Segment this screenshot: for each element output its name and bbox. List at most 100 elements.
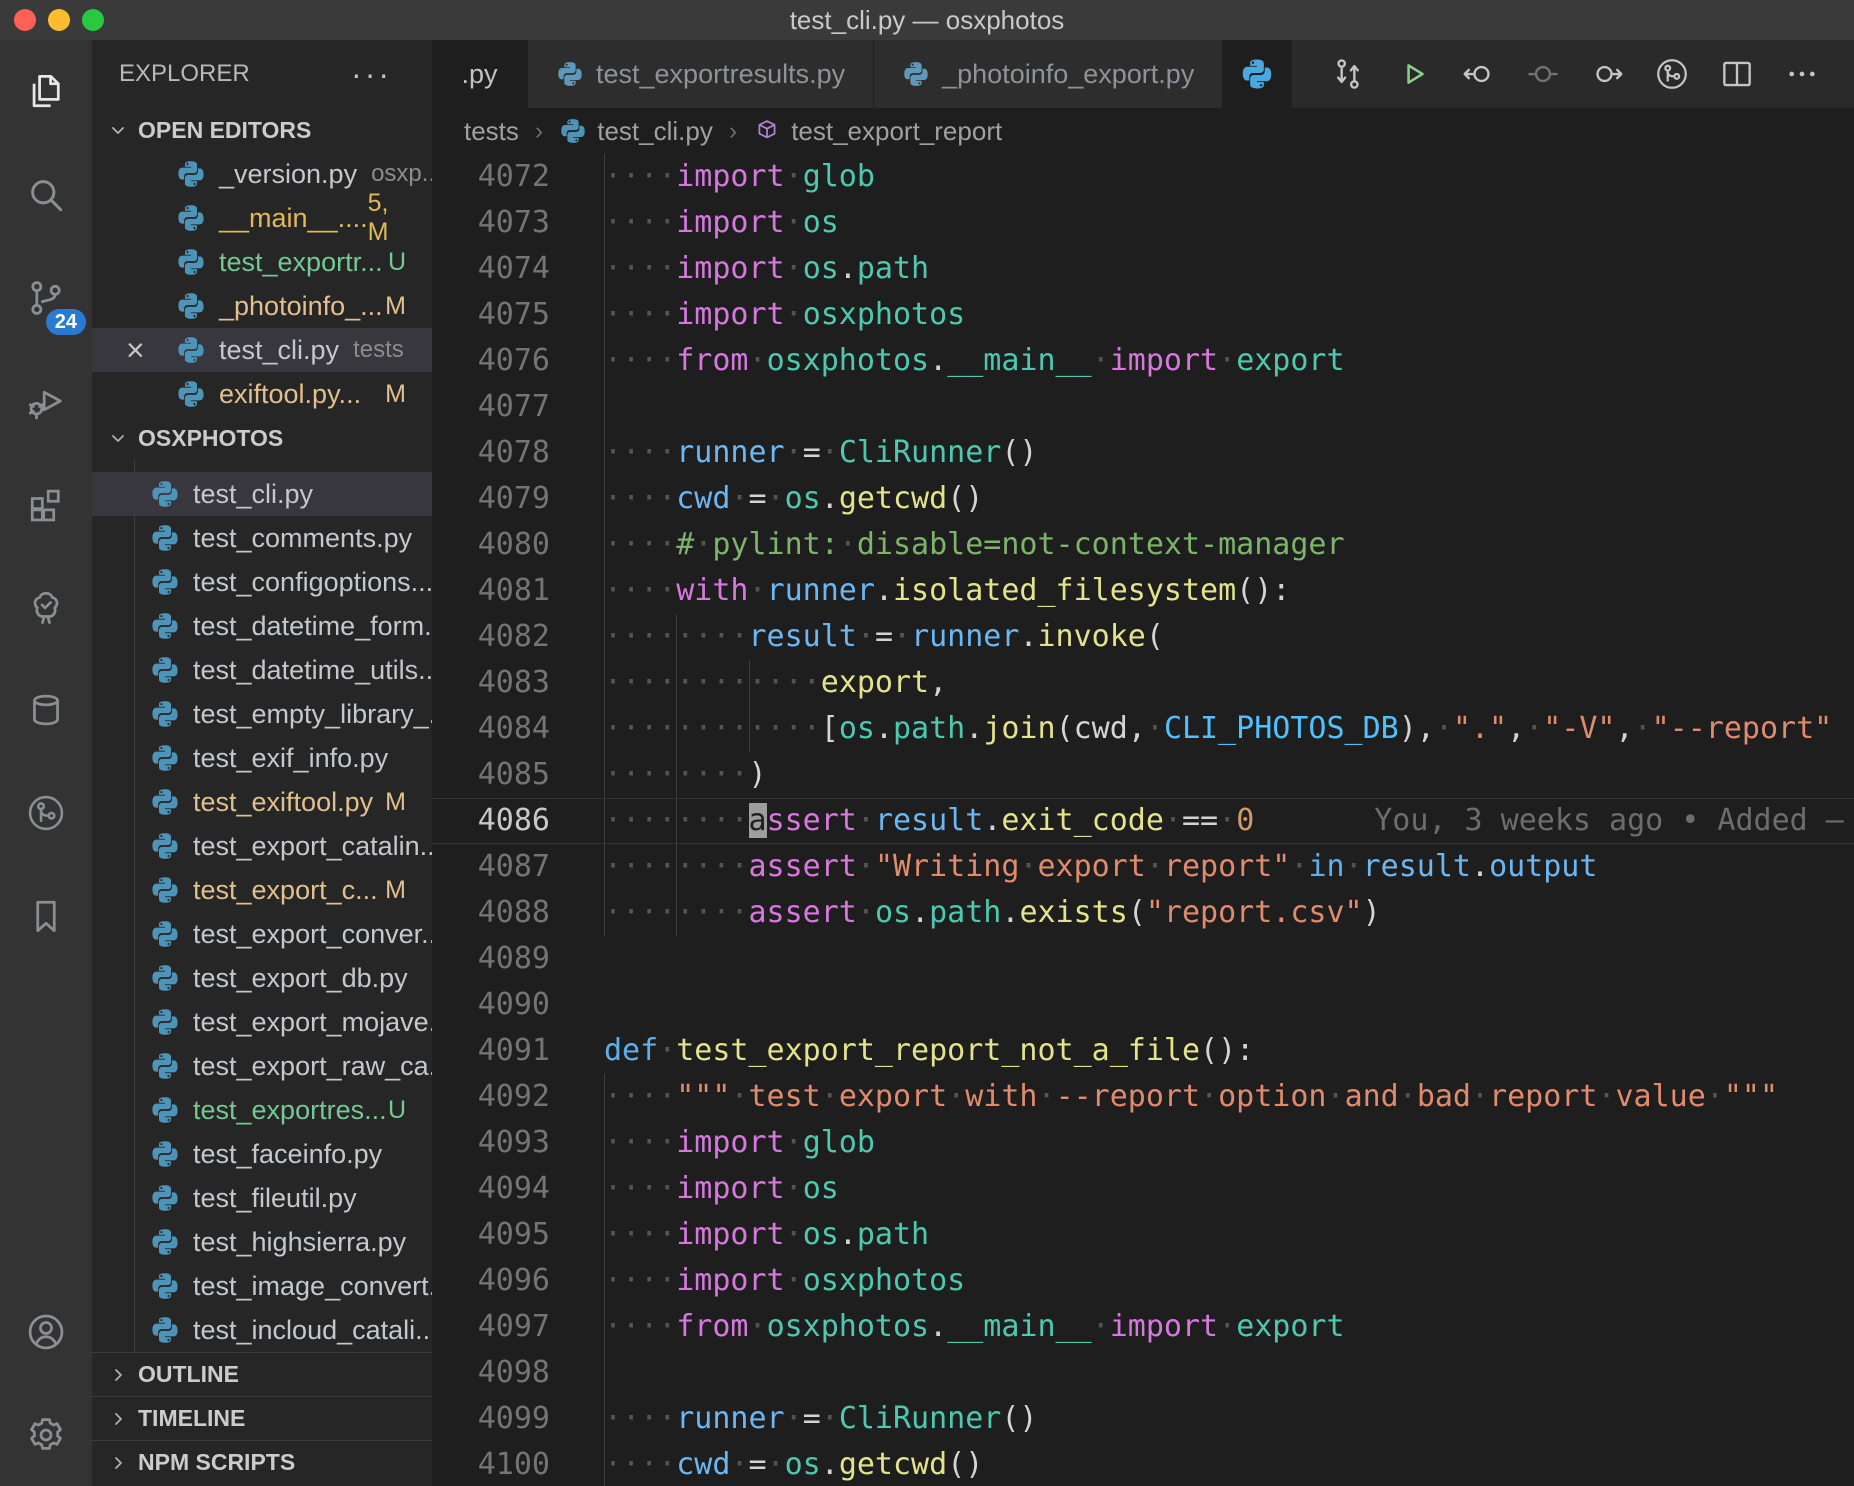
line-number[interactable]: 4090 [432, 982, 604, 1028]
code-line[interactable]: 4085········) [432, 752, 1854, 798]
line-number[interactable]: 4073 [432, 200, 604, 246]
line-number[interactable]: 4086 [432, 798, 604, 844]
navigate-current-icon[interactable] [1520, 51, 1566, 97]
activity-source-control-icon[interactable]: 24 [0, 246, 92, 349]
code-line[interactable]: 4098 [432, 1350, 1854, 1396]
tree-item[interactable]: test_export_raw_ca... [92, 1044, 432, 1088]
activity-database-icon[interactable] [0, 658, 92, 761]
line-number[interactable]: 4092 [432, 1074, 604, 1120]
line-number[interactable]: 4085 [432, 752, 604, 798]
line-number[interactable]: 4072 [432, 154, 604, 200]
section-npm-scripts[interactable]: NPM SCRIPTS [92, 1440, 432, 1484]
line-number[interactable]: 4083 [432, 660, 604, 706]
run-python-file-icon[interactable] [1390, 51, 1436, 97]
tree-item[interactable]: test_faceinfo.py [92, 1132, 432, 1176]
line-number[interactable]: 4079 [432, 476, 604, 522]
tab-python-icon-slot[interactable] [1223, 40, 1292, 108]
code-line[interactable]: 4079····cwd·=·os.getcwd() [432, 476, 1854, 522]
tree-item[interactable]: test_highsierra.py [92, 1220, 432, 1264]
code-line[interactable]: 4100····cwd·=·os.getcwd() [432, 1442, 1854, 1486]
gitlens-graph-icon[interactable] [1649, 51, 1695, 97]
code-line[interactable]: 4087········assert·"Writing·export·repor… [432, 844, 1854, 890]
line-number[interactable]: 4094 [432, 1166, 604, 1212]
section-open-editors[interactable]: OPEN EDITORS [92, 108, 432, 152]
minimize-window-button[interactable] [48, 9, 70, 31]
code-line[interactable]: 4097····from·osxphotos.__main__·import·e… [432, 1304, 1854, 1350]
code-line[interactable]: 4086········assert·result.exit_code·==·0… [432, 798, 1854, 844]
code-line[interactable]: 4080····#·pylint:·disable=not-context-ma… [432, 522, 1854, 568]
tree-item[interactable]: test_export_catalin... [92, 824, 432, 868]
tree-item[interactable]: test_comments.py [92, 516, 432, 560]
tree-item[interactable]: test_exif_info.py [92, 736, 432, 780]
more-actions-icon[interactable] [1779, 51, 1825, 97]
line-number[interactable]: 4099 [432, 1396, 604, 1442]
activity-extensions-icon[interactable] [0, 452, 92, 555]
code-line[interactable]: 4096····import·osxphotos [432, 1258, 1854, 1304]
section-timeline[interactable]: TIMELINE [92, 1396, 432, 1440]
code-line[interactable]: 4099····runner·=·CliRunner() [432, 1396, 1854, 1442]
split-editor-icon[interactable] [1714, 51, 1760, 97]
tree-item[interactable]: test_incloud_catali... [92, 1308, 432, 1352]
tree-item[interactable]: test_export_c...M [92, 868, 432, 912]
line-number[interactable]: 4078 [432, 430, 604, 476]
tree-item[interactable]: test_exiftool.pyM [92, 780, 432, 824]
breadcrumb-item[interactable]: test_cli.py [559, 116, 713, 147]
code-line[interactable]: 4090 [432, 982, 1854, 1028]
line-number[interactable]: 4093 [432, 1120, 604, 1166]
line-number[interactable]: 4097 [432, 1304, 604, 1350]
line-number[interactable]: 4098 [432, 1350, 604, 1396]
code-editor[interactable]: 4072····import·glob4073····import·os4074… [432, 154, 1854, 1486]
section-osxphotos[interactable]: OSXPHOTOS [92, 416, 432, 460]
line-number[interactable]: 4077 [432, 384, 604, 430]
activity-accounts-icon[interactable] [0, 1280, 92, 1383]
open-changes-icon[interactable] [1325, 51, 1371, 97]
open-editor-item[interactable]: test_exportr...U [92, 240, 432, 284]
code-line[interactable]: 4091def·test_export_report_not_a_file(): [432, 1028, 1854, 1074]
section-outline[interactable]: OUTLINE [92, 1352, 432, 1396]
code-line[interactable]: 4093····import·glob [432, 1120, 1854, 1166]
tree-item[interactable]: test_datetime_utils.... [92, 648, 432, 692]
code-line[interactable]: 4072····import·glob [432, 154, 1854, 200]
line-number[interactable]: 4089 [432, 936, 604, 982]
tree-item[interactable]: test_export_db.py [92, 956, 432, 1000]
open-editor-item[interactable]: __main__....5, M [92, 196, 432, 240]
tree-item[interactable]: test_cli.py [92, 472, 432, 516]
line-number[interactable]: 4084 [432, 706, 604, 752]
activity-test-tree-icon[interactable] [0, 555, 92, 658]
tab-_photoinfo_export-py[interactable]: _photoinfo_export.py [874, 40, 1223, 108]
tree-item[interactable]: test_export_conver... [92, 912, 432, 956]
activity-search-icon[interactable] [0, 143, 92, 246]
code-line[interactable]: 4084············[os.path.join(cwd,·CLI_P… [432, 706, 1854, 752]
line-number[interactable]: 4081 [432, 568, 604, 614]
activity-gitlens-icon[interactable] [0, 761, 92, 864]
activity-bookmarks-icon[interactable] [0, 864, 92, 967]
navigate-back-icon[interactable] [1455, 51, 1501, 97]
open-editor-item[interactable]: exiftool.py...M [92, 372, 432, 416]
tab--py[interactable]: .py [432, 40, 528, 108]
line-number[interactable]: 4082 [432, 614, 604, 660]
line-number[interactable]: 4075 [432, 292, 604, 338]
code-line[interactable]: 4088········assert·os.path.exists("repor… [432, 890, 1854, 936]
line-number[interactable]: 4087 [432, 844, 604, 890]
navigate-forward-icon[interactable] [1585, 51, 1631, 97]
code-line[interactable]: 4074····import·os.path [432, 246, 1854, 292]
line-number[interactable]: 4091 [432, 1028, 604, 1074]
code-line[interactable]: 4082········result·=·runner.invoke( [432, 614, 1854, 660]
line-number[interactable]: 4076 [432, 338, 604, 384]
tree-item[interactable]: test_empty_library_... [92, 692, 432, 736]
tree-item[interactable]: test_image_convert... [92, 1264, 432, 1308]
code-line[interactable]: 4078····runner·=·CliRunner() [432, 430, 1854, 476]
code-line[interactable]: 4095····import·os.path [432, 1212, 1854, 1258]
line-number[interactable]: 4080 [432, 522, 604, 568]
open-editor-item[interactable]: ×test_cli.pytests [92, 328, 432, 372]
line-number[interactable]: 4095 [432, 1212, 604, 1258]
code-line[interactable]: 4081····with·runner.isolated_filesystem(… [432, 568, 1854, 614]
close-window-button[interactable] [14, 9, 36, 31]
tree-item[interactable]: test_export_mojave... [92, 1000, 432, 1044]
breadcrumb-item[interactable]: tests [464, 116, 519, 147]
tree-item[interactable]: test_fileutil.py [92, 1176, 432, 1220]
close-icon[interactable]: × [126, 328, 145, 372]
code-line[interactable]: 4089 [432, 936, 1854, 982]
code-line[interactable]: 4092····"""·test·export·with·--report·op… [432, 1074, 1854, 1120]
code-line[interactable]: 4073····import·os [432, 200, 1854, 246]
